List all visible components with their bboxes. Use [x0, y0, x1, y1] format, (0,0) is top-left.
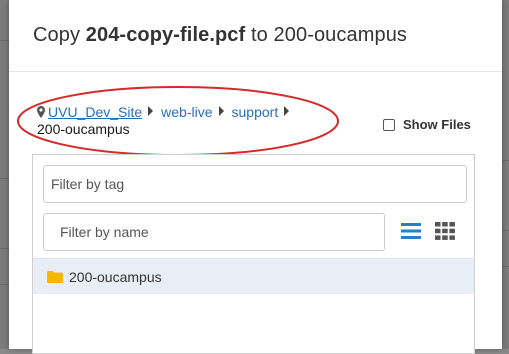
map-pin-icon: [37, 106, 45, 118]
breadcrumb-separator-icon: [218, 106, 224, 116]
dialog-header: Copy 204-copy-file.pcf to 200-oucampus: [9, 0, 502, 72]
title-to: to: [250, 24, 268, 46]
title-prefix: Copy: [33, 24, 81, 46]
title-destination: 200-oucampus: [273, 24, 408, 46]
breadcrumb-current: 200-oucampus: [37, 121, 130, 137]
list-item[interactable]: 200-oucampus: [33, 258, 474, 294]
filter-by-name-input[interactable]: Filter by name: [43, 213, 385, 251]
dialog-title: Copy 204-copy-file.pcf to 200-oucampus: [33, 24, 407, 47]
show-files-label: Show Files: [403, 117, 471, 132]
breadcrumb-separator-icon: [148, 106, 154, 116]
filter-by-tag-placeholder: Filter by tag: [51, 176, 125, 192]
copy-dialog: Copy 204-copy-file.pcf to 200-oucampus U…: [9, 0, 502, 354]
filter-by-name-placeholder: Filter by name: [60, 224, 149, 240]
breadcrumb-item-support[interactable]: support: [232, 104, 279, 120]
list-item-label: 200-oucampus: [69, 268, 162, 285]
file-browser-panel: Filter by tag Filter by name 200-oucampu…: [32, 154, 475, 354]
grid-view-icon[interactable]: [435, 222, 455, 240]
title-filename: 204-copy-file.pcf: [85, 24, 246, 46]
folder-icon: [47, 270, 63, 283]
show-files-checkbox[interactable]: [383, 118, 395, 131]
list-view-icon[interactable]: [401, 222, 421, 240]
breadcrumb-item-uvu-dev-site[interactable]: UVU_Dev_Site: [48, 104, 142, 120]
breadcrumb-item-web-live[interactable]: web-live: [161, 104, 212, 120]
breadcrumb: UVU_Dev_Site web-live support 200-oucampus: [37, 104, 367, 138]
show-files-toggle[interactable]: Show Files: [383, 117, 471, 132]
filter-by-tag-input[interactable]: Filter by tag: [43, 165, 467, 203]
breadcrumb-separator-icon: [284, 106, 290, 116]
